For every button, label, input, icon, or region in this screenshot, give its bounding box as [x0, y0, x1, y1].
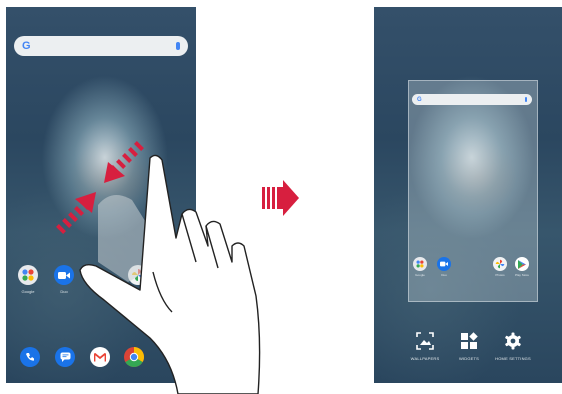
play-store-icon	[515, 257, 529, 271]
app-label-duo: Duo	[441, 273, 447, 277]
transition-arrow	[262, 180, 299, 216]
google-search-bar-preview: G	[412, 94, 532, 105]
gear-icon	[505, 332, 521, 350]
home-settings-label: HOME SETTINGS	[495, 356, 531, 361]
hand-outline	[79, 154, 261, 394]
wallpapers-label: WALLPAPERS	[410, 356, 440, 361]
home-screen-after: G Google Duo Photos Play Store WALLPAPER…	[374, 7, 562, 383]
widgets-icon	[461, 332, 478, 349]
google-folder-icon	[413, 257, 427, 271]
mic-icon	[525, 97, 527, 102]
app-label-play-store: Play Store	[515, 273, 529, 277]
photos-icon	[493, 257, 507, 271]
pinch-arrow-upper	[104, 141, 144, 183]
widgets-label: WIDGETS	[458, 356, 480, 361]
wallpaper-icon	[416, 332, 434, 350]
google-logo: G	[417, 96, 422, 103]
pinch-arrow-lower	[56, 192, 96, 234]
duo-icon	[437, 257, 451, 271]
home-page-preview[interactable]: G Google Duo Photos Play Store	[408, 80, 538, 302]
